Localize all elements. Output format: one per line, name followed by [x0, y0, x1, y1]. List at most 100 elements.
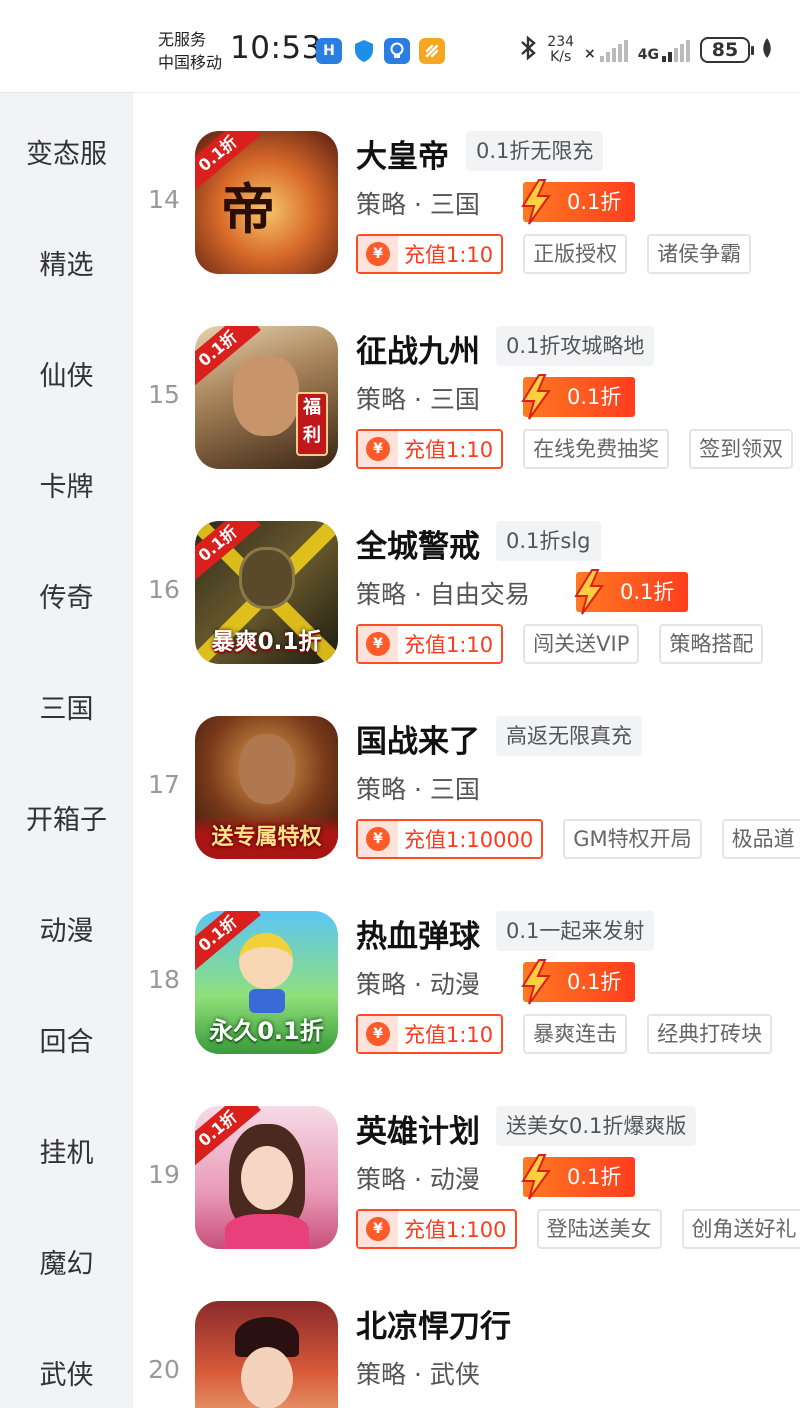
feature-tag: 经典打砖块	[647, 1014, 773, 1054]
game-subtag: 送美女0.1折爆爽版	[496, 1106, 697, 1146]
icon-soldier	[239, 547, 295, 609]
sidebar-item-kaixiangzi[interactable]: 开箱子	[0, 801, 133, 841]
game-tags: ¥ 充值1:100 登陆送美女 创角送好礼	[356, 1209, 800, 1249]
lightning-icon	[521, 374, 551, 420]
carrier-service-status: 无服务	[158, 30, 207, 49]
game-title[interactable]: 国战来了	[356, 716, 480, 761]
game-genre: 策略	[356, 1360, 407, 1389]
sidebar-item-mohuan[interactable]: 魔幻	[0, 1245, 133, 1285]
game-meta: 策略 · 三国	[356, 190, 480, 219]
game-row[interactable]: 20 北凉悍刀行 策略 · 武侠	[133, 1263, 800, 1408]
recharge-ratio: 充值1:10	[404, 243, 494, 267]
game-subtag: 0.1一起来发射	[496, 911, 655, 951]
game-icon[interactable]: 0.1折	[195, 1106, 338, 1249]
yen-coin-icon: ¥	[358, 431, 398, 467]
game-icon[interactable]: 0.1折 暴爽0.1折	[195, 521, 338, 664]
game-theme: 动漫	[429, 970, 480, 999]
game-genre: 策略	[356, 580, 407, 609]
game-meta: 策略 · 武侠	[356, 1360, 480, 1389]
feature-tag: 策略搭配	[659, 624, 764, 664]
icon-artwork: 帝	[221, 178, 275, 241]
recharge-ratio-tag: ¥ 充值1:10	[356, 234, 504, 274]
sidebar-item-guaji[interactable]: 挂机	[0, 1134, 133, 1174]
sidebar-item-chuanqi[interactable]: 传奇	[0, 579, 133, 619]
sidebar-item-sanguo[interactable]: 三国	[0, 690, 133, 730]
battery-level: 85	[711, 39, 739, 61]
sidebar-item-wuxia[interactable]: 武侠	[0, 1356, 133, 1396]
game-meta: 策略 · 动漫	[356, 1165, 480, 1194]
net-speed: 234 K/s	[547, 35, 574, 65]
game-row[interactable]: 19 0.1折 英雄计划 送美女0.1折爆爽版 策略 · 动漫 0.1折 ¥ 充…	[133, 1068, 800, 1263]
game-subtag: 高返无限真充	[496, 716, 642, 756]
game-tags: ¥ 充值1:10000 GM特权开局 极品道	[356, 819, 800, 859]
game-genre: 策略	[356, 190, 407, 219]
game-title[interactable]: 英雄计划	[356, 1106, 480, 1151]
yen-coin-icon: ¥	[358, 626, 398, 662]
recharge-ratio: 充值1:10	[404, 1023, 494, 1047]
game-title[interactable]: 大皇帝	[356, 131, 449, 176]
game-title[interactable]: 热血弹球	[356, 911, 480, 956]
feature-tag: 极品道	[721, 819, 800, 859]
recharge-ratio-tag: ¥ 充值1:10000	[356, 819, 544, 859]
game-icon[interactable]: 0.1折 福利	[195, 326, 338, 469]
status-right-group: 234 K/s × 4G 85	[519, 34, 774, 66]
game-icon[interactable]	[195, 1301, 338, 1408]
notification-app-icon-1: H	[316, 38, 342, 64]
sidebar-item-jingxuan[interactable]: 精选	[0, 246, 133, 286]
rank-number: 20	[148, 1355, 180, 1384]
game-theme: 三国	[429, 775, 480, 804]
game-title[interactable]: 全城警戒	[356, 521, 480, 566]
lightning-icon	[521, 179, 551, 225]
game-icon[interactable]: 0.1折 永久0.1折	[195, 911, 338, 1054]
game-genre: 策略	[356, 970, 407, 999]
yen-coin-icon: ¥	[358, 1016, 398, 1052]
game-row[interactable]: 17 送专属特权 国战来了 高返无限真充 策略 · 三国 ¥ 充值1:10000…	[133, 678, 800, 873]
icon-character-face	[241, 1347, 293, 1408]
game-title[interactable]: 征战九州	[356, 326, 480, 371]
rank-number: 17	[148, 770, 180, 799]
discount-label: 0.1折	[567, 1165, 622, 1189]
game-icon[interactable]: 0.1折 帝	[195, 131, 338, 274]
recharge-ratio: 充值1:10	[404, 633, 494, 657]
network-type: 4G	[637, 47, 659, 63]
lightning-icon	[521, 959, 551, 1005]
rank-number: 18	[148, 965, 180, 994]
signal-sim2-icon: 4G	[638, 38, 690, 62]
icon-character-body	[249, 989, 285, 1013]
status-clock: 10:53	[230, 30, 322, 66]
discount-label: 0.1折	[567, 385, 622, 409]
game-subtag: 0.1折slg	[496, 521, 601, 561]
game-row[interactable]: 18 0.1折 永久0.1折 热血弹球 0.1一起来发射 策略 · 动漫 0.1…	[133, 873, 800, 1068]
feature-tag: 在线免费抽奖	[523, 429, 670, 469]
game-genre: 策略	[356, 385, 407, 414]
game-theme: 武侠	[429, 1360, 480, 1389]
feature-tag: GM特权开局	[563, 819, 702, 859]
game-list: 14 0.1折 帝 大皇帝 0.1折无限充 策略 · 三国 0.1折 ¥ 充值1…	[133, 92, 800, 1408]
icon-artwork	[233, 356, 299, 436]
game-tags: ¥ 充值1:10 在线免费抽奖 签到领双	[356, 429, 794, 469]
game-title[interactable]: 北凉悍刀行	[356, 1301, 511, 1346]
game-icon[interactable]: 送专属特权	[195, 716, 338, 859]
sidebar-item-biantaifu[interactable]: 变态服	[0, 135, 133, 175]
discount-badge: 0.1折	[521, 959, 636, 1005]
lightning-icon	[521, 1154, 551, 1200]
sidebar-item-kapai[interactable]: 卡牌	[0, 468, 133, 508]
game-theme: 动漫	[429, 1165, 480, 1194]
game-row[interactable]: 15 0.1折 福利 征战九州 0.1折攻城略地 策略 · 三国 0.1折 ¥ …	[133, 288, 800, 483]
feature-tag: 正版授权	[523, 234, 628, 274]
yen-coin-icon: ¥	[358, 821, 398, 857]
rank-number: 19	[148, 1160, 180, 1189]
shield-icon	[351, 38, 377, 64]
feature-tag: 创角送好礼	[681, 1209, 800, 1249]
sidebar-item-xianxia[interactable]: 仙侠	[0, 357, 133, 397]
game-row[interactable]: 14 0.1折 帝 大皇帝 0.1折无限充 策略 · 三国 0.1折 ¥ 充值1…	[133, 93, 800, 288]
sidebar-item-dongman[interactable]: 动漫	[0, 912, 133, 952]
game-subtag: 0.1折无限充	[466, 131, 604, 171]
discount-badge: 0.1折	[521, 179, 636, 225]
recharge-ratio-tag: ¥ 充值1:100	[356, 1209, 517, 1249]
game-row[interactable]: 16 0.1折 暴爽0.1折 全城警戒 0.1折slg 策略 · 自由交易 0.…	[133, 483, 800, 678]
recharge-ratio-tag: ¥ 充值1:10	[356, 624, 504, 664]
game-tags: ¥ 充值1:10 正版授权 诸侯争霸	[356, 234, 752, 274]
recharge-ratio: 充值1:10000	[404, 828, 534, 852]
sidebar-item-huihe[interactable]: 回合	[0, 1023, 133, 1063]
